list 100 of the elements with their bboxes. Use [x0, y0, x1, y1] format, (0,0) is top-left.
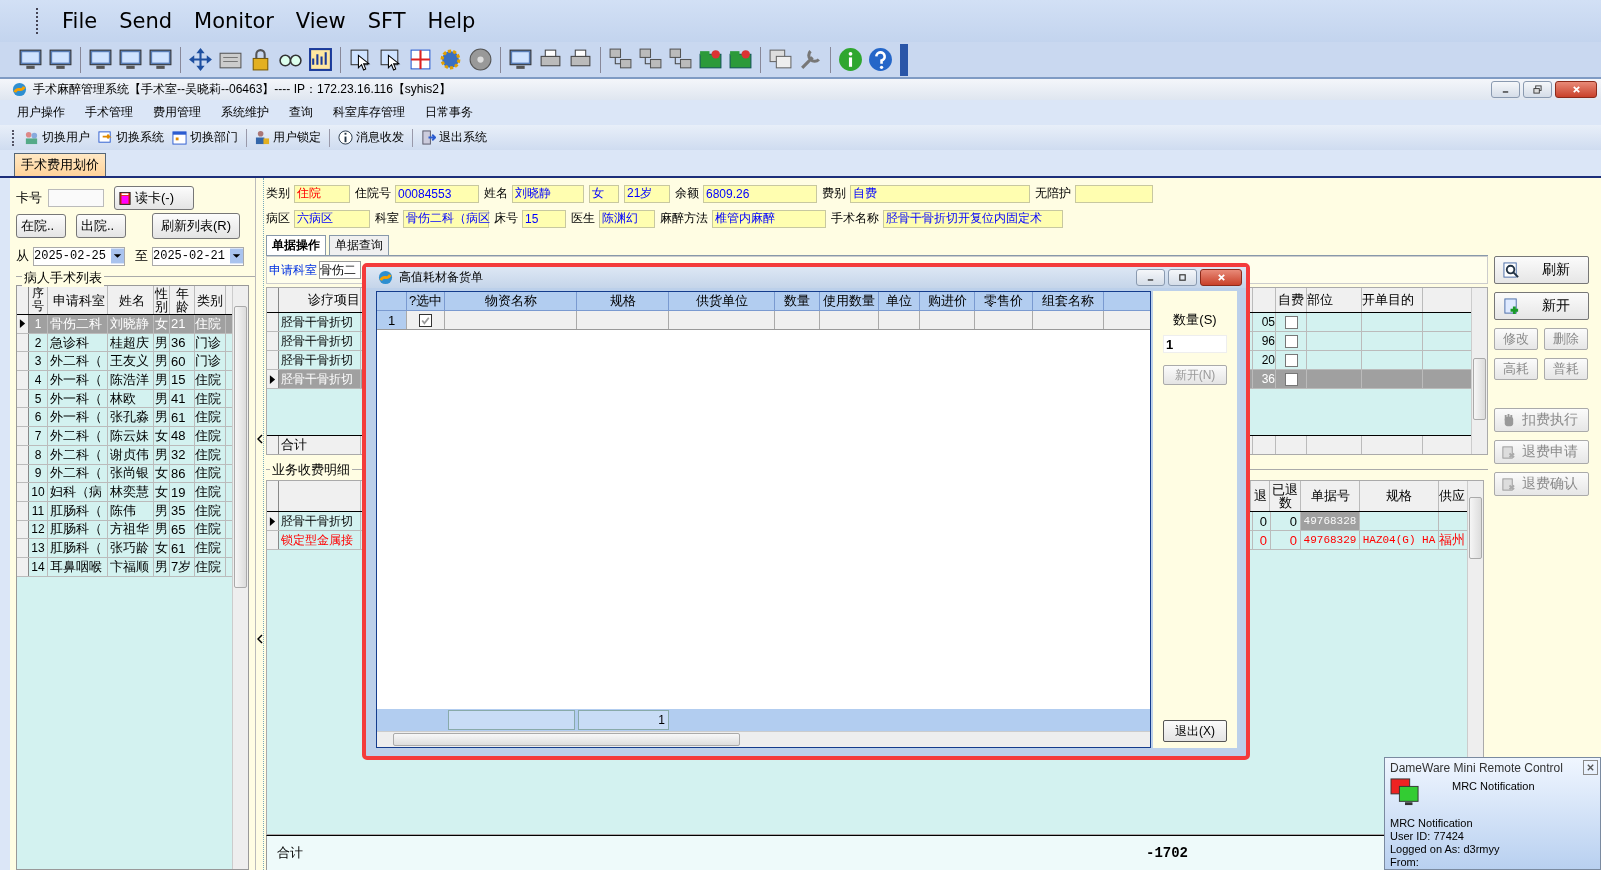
- patient-row[interactable]: 2 急诊科 桂超庆 男 36 门诊: [17, 333, 232, 353]
- grid-icon[interactable]: [408, 47, 433, 72]
- read-card-button[interactable]: 读卡(-): [114, 186, 194, 210]
- monitor-icon[interactable]: [18, 47, 43, 72]
- column-header[interactable]: 使用数量: [820, 292, 879, 310]
- field-value[interactable]: 骨伤二科（病区: [403, 209, 489, 228]
- menu-item[interactable]: 科室库存管理: [333, 104, 405, 121]
- column-header[interactable]: 自费: [1276, 288, 1307, 312]
- monitor-icon[interactable]: [148, 47, 173, 72]
- field-value[interactable]: 胫骨干骨折切开复位内固定术: [883, 209, 1063, 228]
- column-header[interactable]: 姓名: [108, 286, 154, 314]
- row-header[interactable]: [267, 512, 279, 530]
- column-header[interactable]: 单据号: [1301, 481, 1360, 511]
- menu-item[interactable]: 用户操作: [17, 104, 65, 121]
- field-value[interactable]: 椎管内麻醉: [712, 209, 826, 228]
- column-header[interactable]: 供应: [1439, 481, 1467, 511]
- patient-row[interactable]: 6 外一科（ 张孔淼 男 61 住院: [17, 408, 232, 428]
- scrollbar[interactable]: [377, 731, 1150, 747]
- scrollbar[interactable]: [1471, 288, 1487, 454]
- column-header[interactable]: 物资名称: [445, 292, 577, 310]
- document-tab[interactable]: 手术费用划价: [14, 153, 106, 176]
- wrench-icon[interactable]: [798, 47, 823, 72]
- menu-item[interactable]: File: [62, 9, 98, 33]
- field-value[interactable]: 住院: [294, 184, 350, 203]
- field-value[interactable]: 自费: [850, 184, 1030, 203]
- field-value[interactable]: 15: [522, 209, 566, 228]
- field-value[interactable]: 刘晓静: [512, 184, 584, 203]
- checkbox[interactable]: [419, 313, 432, 327]
- patient-row[interactable]: 7 外二科（ 陈云妹 女 48 住院: [17, 427, 232, 446]
- toolbar-overflow-button[interactable]: [900, 43, 908, 76]
- column-header[interactable]: 购进价: [920, 292, 975, 310]
- menu-item[interactable]: 手术管理: [85, 104, 133, 121]
- menu-item[interactable]: 日常事务: [425, 104, 473, 121]
- row-header[interactable]: [267, 370, 279, 388]
- menu-item[interactable]: Help: [427, 9, 476, 33]
- monitor-icon[interactable]: [48, 47, 73, 72]
- toolbar-button[interactable]: 切换用户: [24, 129, 90, 146]
- patient-row[interactable]: 12 肛肠科（ 方祖华 男 65 住院: [17, 520, 232, 540]
- action-button[interactable]: 新开: [1494, 292, 1589, 320]
- menu-item[interactable]: Send: [119, 9, 173, 33]
- quantity-input-field[interactable]: 1: [1163, 335, 1227, 353]
- help-icon[interactable]: [868, 47, 893, 72]
- column-header[interactable]: 零售价: [975, 292, 1033, 310]
- checkbox[interactable]: [1284, 315, 1298, 329]
- field-value[interactable]: 女: [589, 184, 619, 203]
- column-header[interactable]: 组套名称: [1033, 292, 1104, 310]
- patient-row[interactable]: 8 外二科（ 谢贞伟 男 32 住院: [17, 445, 232, 465]
- card-input-field[interactable]: [48, 189, 104, 207]
- field-value[interactable]: 00084553: [395, 184, 479, 203]
- patient-row[interactable]: 13 肛肠科（ 张巧龄 女 61 住院: [17, 539, 232, 558]
- checkbox[interactable]: [1284, 372, 1298, 386]
- cursor-icon[interactable]: [348, 47, 373, 72]
- column-header[interactable]: 规格: [1360, 481, 1439, 511]
- column-header[interactable]: 开单目的: [1362, 288, 1423, 312]
- column-header[interactable]: 申请科室: [48, 286, 108, 314]
- action-button[interactable]: 刷新: [1494, 256, 1589, 284]
- tab[interactable]: 单据操作: [266, 235, 326, 255]
- move-arrows-icon[interactable]: [188, 47, 213, 72]
- column-header[interactable]: 数量: [775, 292, 820, 310]
- row-header[interactable]: [17, 315, 29, 333]
- date-picker[interactable]: 2025-02-21: [152, 246, 244, 266]
- column-header[interactable]: 序号: [29, 286, 48, 314]
- close-button[interactable]: [1583, 760, 1598, 776]
- column-header[interactable]: 退: [1251, 481, 1270, 511]
- patient-row[interactable]: 3 外二科（ 王友义 男 60 门诊: [17, 352, 232, 372]
- restore-button[interactable]: [1523, 81, 1552, 98]
- patient-row[interactable]: 9 外二科（ 张尚银 女 86 住院: [17, 464, 232, 484]
- patient-row[interactable]: 4 外一科（ 陈浩洋 男 15 住院: [17, 371, 232, 390]
- toolbar-button[interactable]: 切换系统: [98, 129, 164, 146]
- checkbox[interactable]: [1284, 353, 1298, 367]
- cursor-icon[interactable]: [378, 47, 403, 72]
- toolbar-button[interactable]: 切换部门: [172, 129, 238, 146]
- scrollbar[interactable]: [232, 286, 248, 869]
- column-header[interactable]: 已退数: [1270, 481, 1301, 511]
- checkbox[interactable]: [1284, 334, 1298, 348]
- patient-row[interactable]: 11 肛肠科（ 陈伟 男 35 住院: [17, 501, 232, 521]
- refresh-list-button[interactable]: 刷新列表(R): [152, 213, 241, 239]
- maximize-button[interactable]: [1168, 269, 1197, 286]
- toolbar-button[interactable]: 用户锁定: [255, 129, 321, 146]
- gear-icon[interactable]: [438, 47, 463, 72]
- tab[interactable]: 单据查询: [329, 235, 389, 255]
- column-header[interactable]: 年龄: [170, 286, 195, 314]
- close-button[interactable]: [1200, 269, 1242, 286]
- column-header[interactable]: ?选中: [407, 292, 445, 310]
- filter-button[interactable]: 出院..: [76, 214, 126, 238]
- minimize-button[interactable]: [1136, 269, 1165, 286]
- date-picker[interactable]: 2025-02-25: [33, 246, 125, 266]
- field-value[interactable]: 陈渊幻: [599, 209, 655, 228]
- column-header[interactable]: 诊疗项目: [279, 288, 361, 312]
- close-button[interactable]: [1555, 81, 1597, 98]
- menu-item[interactable]: Monitor: [194, 9, 274, 33]
- column-header[interactable]: 类别: [195, 286, 226, 314]
- patient-row[interactable]: 10 妇科（病 林奕慧 女 19 住院: [17, 483, 232, 502]
- disc-icon[interactable]: [468, 47, 493, 72]
- menu-item[interactable]: SFT: [367, 9, 406, 33]
- monitor-icon[interactable]: [88, 47, 113, 72]
- column-header[interactable]: 单位: [879, 292, 920, 310]
- menu-item[interactable]: View: [295, 9, 346, 33]
- patient-row[interactable]: 5 外一科（ 林欧 男 41 住院: [17, 389, 232, 409]
- patient-row[interactable]: 14 耳鼻咽喉 卞福顺 男 7岁 住院: [17, 557, 232, 577]
